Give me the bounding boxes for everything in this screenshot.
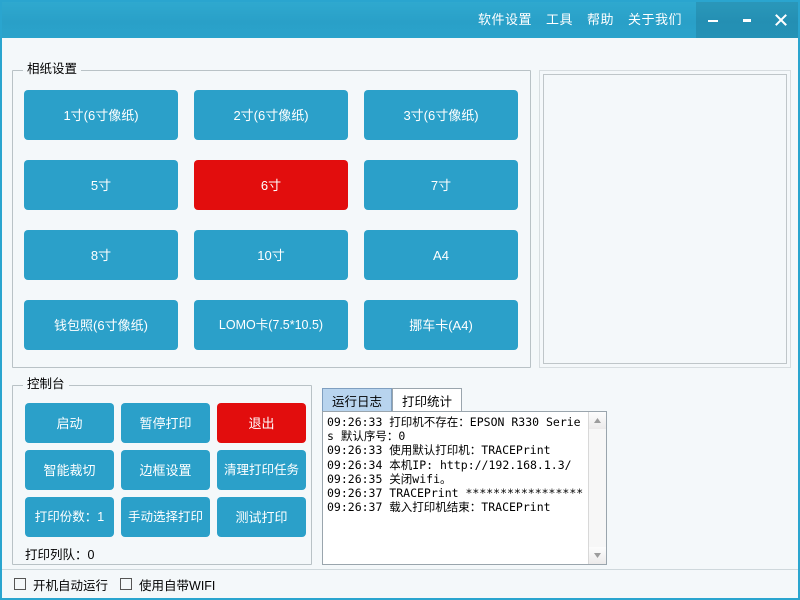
console-button-clear-print-jobs[interactable]: 清理打印任务 xyxy=(217,450,306,490)
checkbox-autorun-on-boot[interactable]: 开机自动运行 xyxy=(14,575,108,594)
console-button-border-settings[interactable]: 边框设置 xyxy=(121,450,210,490)
paper-button-3cun[interactable]: 3寸(6寸像纸) xyxy=(364,90,518,140)
minimize-icon xyxy=(707,14,719,26)
tab-print-statistics[interactable]: 打印统计 xyxy=(392,388,462,411)
app-window: 软件设置 工具 帮助 关于我们 xyxy=(0,0,800,600)
checkbox-wifi-box[interactable] xyxy=(120,578,132,590)
paper-button-a4[interactable]: A4 xyxy=(364,230,518,280)
paper-button-7cun[interactable]: 7寸 xyxy=(364,160,518,210)
paper-button-wallet-photo[interactable]: 钱包照(6寸像纸) xyxy=(24,300,178,350)
paper-button-move-car-card[interactable]: 挪车卡(A4) xyxy=(364,300,518,350)
console-button-print-copies[interactable]: 打印份数：1 xyxy=(25,497,114,537)
console-group: 控制台 启动 暂停打印 退出 智能裁切 边框设置 清理打印任务 打印份数：1 手… xyxy=(12,385,312,565)
checkbox-wifi-label: 使用自带WIFI xyxy=(139,575,215,594)
checkbox-autorun-label: 开机自动运行 xyxy=(33,575,108,594)
log-tabstrip: 运行日志 打印统计 xyxy=(322,388,462,411)
console-button-smart-cut[interactable]: 智能裁切 xyxy=(25,450,114,490)
menu-help[interactable]: 帮助 xyxy=(587,13,614,27)
paper-button-lomo-card[interactable]: LOMO卡(7.5*10.5) xyxy=(194,300,348,350)
paper-settings-group: 相纸设置 1寸(6寸像纸) 2寸(6寸像纸) 3寸(6寸像纸) 5寸 6寸 7寸… xyxy=(12,70,531,368)
window-controls xyxy=(696,2,798,38)
log-output-box[interactable]: 09:26:33 打印机不存在：EPSON R330 Series 默认序号：0… xyxy=(322,411,607,565)
menu-about-us[interactable]: 关于我们 xyxy=(628,13,682,27)
menu-tools[interactable]: 工具 xyxy=(546,13,573,27)
scroll-up-icon[interactable] xyxy=(589,412,606,429)
print-queue-status: 打印列队：0 xyxy=(25,544,94,563)
paper-button-10cun[interactable]: 10寸 xyxy=(194,230,348,280)
scroll-down-icon[interactable] xyxy=(589,547,606,564)
log-scrollbar[interactable] xyxy=(588,412,606,564)
console-title: 控制台 xyxy=(23,377,69,391)
menu-bar: 软件设置 工具 帮助 关于我们 xyxy=(478,13,682,27)
console-button-manual-select-print[interactable]: 手动选择打印 xyxy=(121,497,210,537)
paper-button-8cun[interactable]: 8寸 xyxy=(24,230,178,280)
console-button-exit[interactable]: 退出 xyxy=(217,403,306,443)
tab-run-log[interactable]: 运行日志 xyxy=(322,388,392,411)
paper-button-6cun[interactable]: 6寸 xyxy=(194,160,348,210)
console-button-start[interactable]: 启动 xyxy=(25,403,114,443)
close-icon xyxy=(774,13,788,27)
scrollbar-track[interactable] xyxy=(589,429,606,547)
title-bar: 软件设置 工具 帮助 关于我们 xyxy=(2,2,798,38)
paper-settings-title: 相纸设置 xyxy=(23,62,81,76)
checkbox-autorun-box[interactable] xyxy=(14,578,26,590)
log-text: 09:26:33 打印机不存在：EPSON R330 Series 默认序号：0… xyxy=(327,415,587,514)
preview-area[interactable] xyxy=(543,74,787,364)
checkbox-use-builtin-wifi[interactable]: 使用自带WIFI xyxy=(120,575,215,594)
preview-panel xyxy=(539,70,791,368)
menu-software-settings[interactable]: 软件设置 xyxy=(478,13,532,27)
paper-button-2cun[interactable]: 2寸(6寸像纸) xyxy=(194,90,348,140)
close-button[interactable] xyxy=(764,2,798,38)
minimize-button[interactable] xyxy=(696,2,730,38)
paper-button-5cun[interactable]: 5寸 xyxy=(24,160,178,210)
paper-button-1cun[interactable]: 1寸(6寸像纸) xyxy=(24,90,178,140)
bottom-status-bar: 开机自动运行 使用自带WIFI xyxy=(2,569,798,598)
maximize-button[interactable] xyxy=(730,2,764,38)
maximize-icon xyxy=(741,14,753,26)
console-button-pause-print[interactable]: 暂停打印 xyxy=(121,403,210,443)
console-button-test-print[interactable]: 测试打印 xyxy=(217,497,306,537)
